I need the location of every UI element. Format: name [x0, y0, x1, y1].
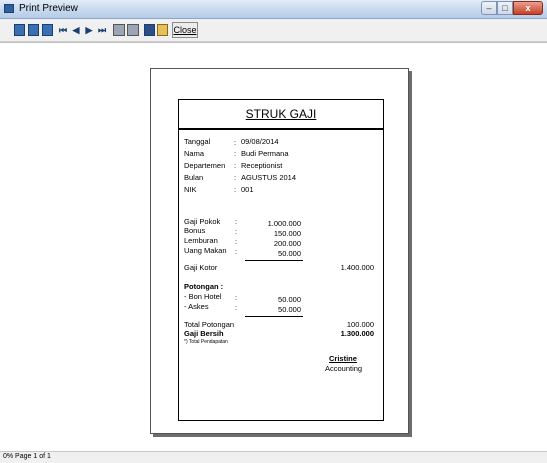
total-deductions-value: 100.000 — [346, 320, 374, 329]
receipt-title: STRUK GAJI — [245, 107, 317, 121]
earning-value: 50.000 — [278, 249, 301, 258]
close-window-button[interactable]: x — [513, 1, 543, 15]
maximize-button[interactable]: □ — [497, 1, 513, 15]
info-label: Departemen — [184, 161, 226, 170]
info-value: AGUSTUS 2014 — [241, 173, 297, 182]
next-page-icon[interactable]: ▶ — [84, 24, 94, 36]
zoom-icon[interactable] — [42, 24, 53, 36]
net-value: 1.300.000 — [340, 329, 374, 338]
earning-colon: : — [235, 227, 238, 236]
info-value: 001 — [241, 185, 254, 194]
status-text: 0% Page 1 of 1 — [3, 453, 51, 460]
window-title: Print Preview — [19, 3, 78, 14]
total-deductions-label: Total Potongan — [184, 320, 235, 329]
info-label: Tanggal — [184, 137, 211, 146]
full-width-icon[interactable] — [28, 24, 39, 36]
net-note: *) Total Pendapatan — [184, 339, 228, 345]
deduction-value: 50.000 — [278, 295, 301, 304]
earning-colon: : — [235, 247, 238, 256]
printer-setup-icon[interactable] — [113, 24, 125, 36]
info-label: NIK — [184, 185, 197, 194]
gross-value: 1.400.000 — [340, 263, 374, 272]
window-controls: – □ x — [481, 1, 543, 15]
info-colon: : — [234, 173, 237, 182]
info-colon: : — [234, 149, 237, 158]
subtotal-line — [245, 316, 303, 317]
last-page-icon[interactable]: ⏭ — [97, 24, 107, 36]
earning-value: 200.000 — [273, 239, 301, 248]
info-value: 09/08/2014 — [241, 137, 279, 146]
deduction-colon: : — [235, 293, 238, 302]
preview-area: STRUK GAJI Tanggal : 09/08/2014 Nama : B… — [0, 42, 547, 452]
earning-colon: : — [235, 217, 238, 226]
deduction-label: - Askes — [184, 302, 209, 311]
first-page-icon[interactable]: ⏮ — [58, 24, 68, 36]
save-icon[interactable] — [144, 24, 155, 36]
fit-page-icon[interactable] — [14, 24, 25, 36]
export-icon[interactable] — [157, 24, 168, 36]
earning-label: Bonus — [184, 226, 206, 235]
deductions-heading: Potongan : — [184, 282, 224, 291]
title-bar: Print Preview – □ x — [0, 0, 547, 19]
info-label: Nama — [184, 149, 205, 158]
info-colon: : — [234, 138, 237, 147]
receipt-header: STRUK GAJI — [179, 100, 383, 130]
net-label: Gaji Bersih — [184, 329, 224, 338]
minimize-button[interactable]: – — [481, 1, 497, 15]
info-colon: : — [234, 185, 237, 194]
deduction-label: - Bon Hotel — [184, 292, 222, 301]
earning-label: Lemburan — [184, 236, 218, 245]
earning-label: Gaji Pokok — [184, 217, 221, 226]
salary-receipt: STRUK GAJI Tanggal : 09/08/2014 Nama : B… — [178, 99, 384, 421]
gross-label: Gaji Kotor — [184, 263, 218, 272]
previous-page-icon[interactable]: ◀ — [71, 24, 81, 36]
status-bar: 0% Page 1 of 1 — [0, 451, 547, 463]
preview-page: STRUK GAJI Tanggal : 09/08/2014 Nama : B… — [150, 68, 409, 434]
signer-name: Cristine — [329, 354, 357, 363]
earning-label: Uang Makan — [184, 246, 227, 255]
subtotal-line — [245, 260, 303, 261]
info-label: Bulan — [184, 173, 204, 182]
signer-role: Accounting — [325, 364, 363, 373]
toolbar: ⏮ ◀ ▶ ⏭ Close — [0, 19, 547, 42]
print-icon[interactable] — [127, 24, 139, 36]
earning-colon: : — [235, 237, 238, 246]
close-button[interactable]: Close — [172, 22, 198, 38]
earning-value: 1.000.000 — [267, 219, 301, 228]
info-colon: : — [234, 161, 237, 170]
info-value: Budi Permana — [241, 149, 289, 158]
app-icon — [4, 4, 14, 13]
info-value: Receptionist — [241, 161, 283, 170]
deduction-value: 50.000 — [278, 305, 301, 314]
deduction-colon: : — [235, 303, 238, 312]
earning-value: 150.000 — [273, 229, 301, 238]
